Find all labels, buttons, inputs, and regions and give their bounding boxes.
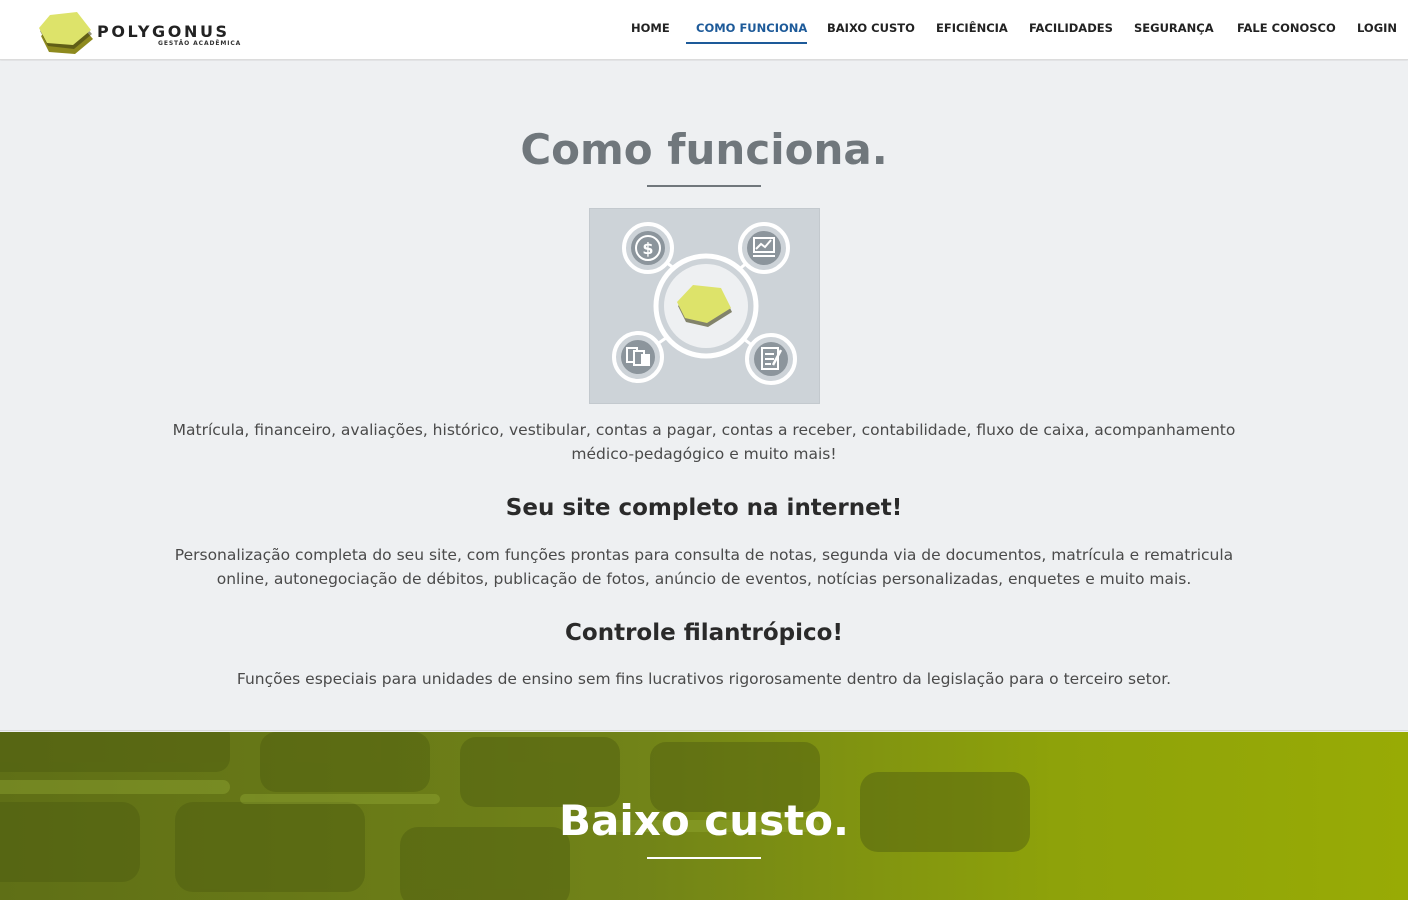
svg-text:$: $ xyxy=(642,239,653,258)
nav-fale-conosco[interactable]: FALE CONOSCO xyxy=(1237,21,1336,35)
section-como-funciona: Como funciona. $ Matrícula, financeiro, … xyxy=(0,61,1408,731)
documents-icon xyxy=(612,331,664,383)
active-nav-indicator xyxy=(686,42,807,44)
title-divider xyxy=(647,185,761,187)
brand-tagline: GESTÃO ACADÊMICA xyxy=(158,40,242,47)
brand-name: POLYGONUS xyxy=(97,22,230,41)
site-text: Personalização completa do seu site, com… xyxy=(174,546,1234,588)
section-baixo-custo: Baixo custo. xyxy=(0,732,1408,900)
section-title-como-funciona: Como funciona. xyxy=(520,125,888,174)
nav-facilidades[interactable]: FACILIDADES xyxy=(1029,21,1113,35)
site-heading: Seu site completo na internet! xyxy=(505,495,903,521)
nav-como-funciona[interactable]: COMO FUNCIONA xyxy=(696,21,807,35)
chart-icon xyxy=(738,222,790,274)
filantropico-text: Funções especiais para unidades de ensin… xyxy=(236,670,1172,688)
nav-seguranca[interactable]: SEGURANÇA xyxy=(1134,21,1214,35)
dollar-icon: $ xyxy=(622,222,674,274)
top-navbar: POLYGONUS GESTÃO ACADÊMICA HOME COMO FUN… xyxy=(0,0,1408,60)
nav-login[interactable]: LOGIN xyxy=(1357,21,1397,35)
title-divider xyxy=(647,857,761,859)
nav-home[interactable]: HOME xyxy=(631,21,670,35)
brand-logo[interactable]: POLYGONUS GESTÃO ACADÊMICA xyxy=(38,9,248,55)
polygon-logo-icon xyxy=(39,12,93,54)
nav-baixo-custo[interactable]: BAIXO CUSTO xyxy=(827,21,915,35)
intro-text: Matrícula, financeiro, avaliações, histó… xyxy=(172,421,1236,463)
system-diagram-image: $ xyxy=(589,208,820,404)
section-title-baixo-custo: Baixo custo. xyxy=(558,796,849,845)
checklist-icon xyxy=(745,333,797,385)
filantropico-heading: Controle filantrópico! xyxy=(565,620,843,646)
nav-eficiencia[interactable]: EFICIÊNCIA xyxy=(936,21,1008,35)
